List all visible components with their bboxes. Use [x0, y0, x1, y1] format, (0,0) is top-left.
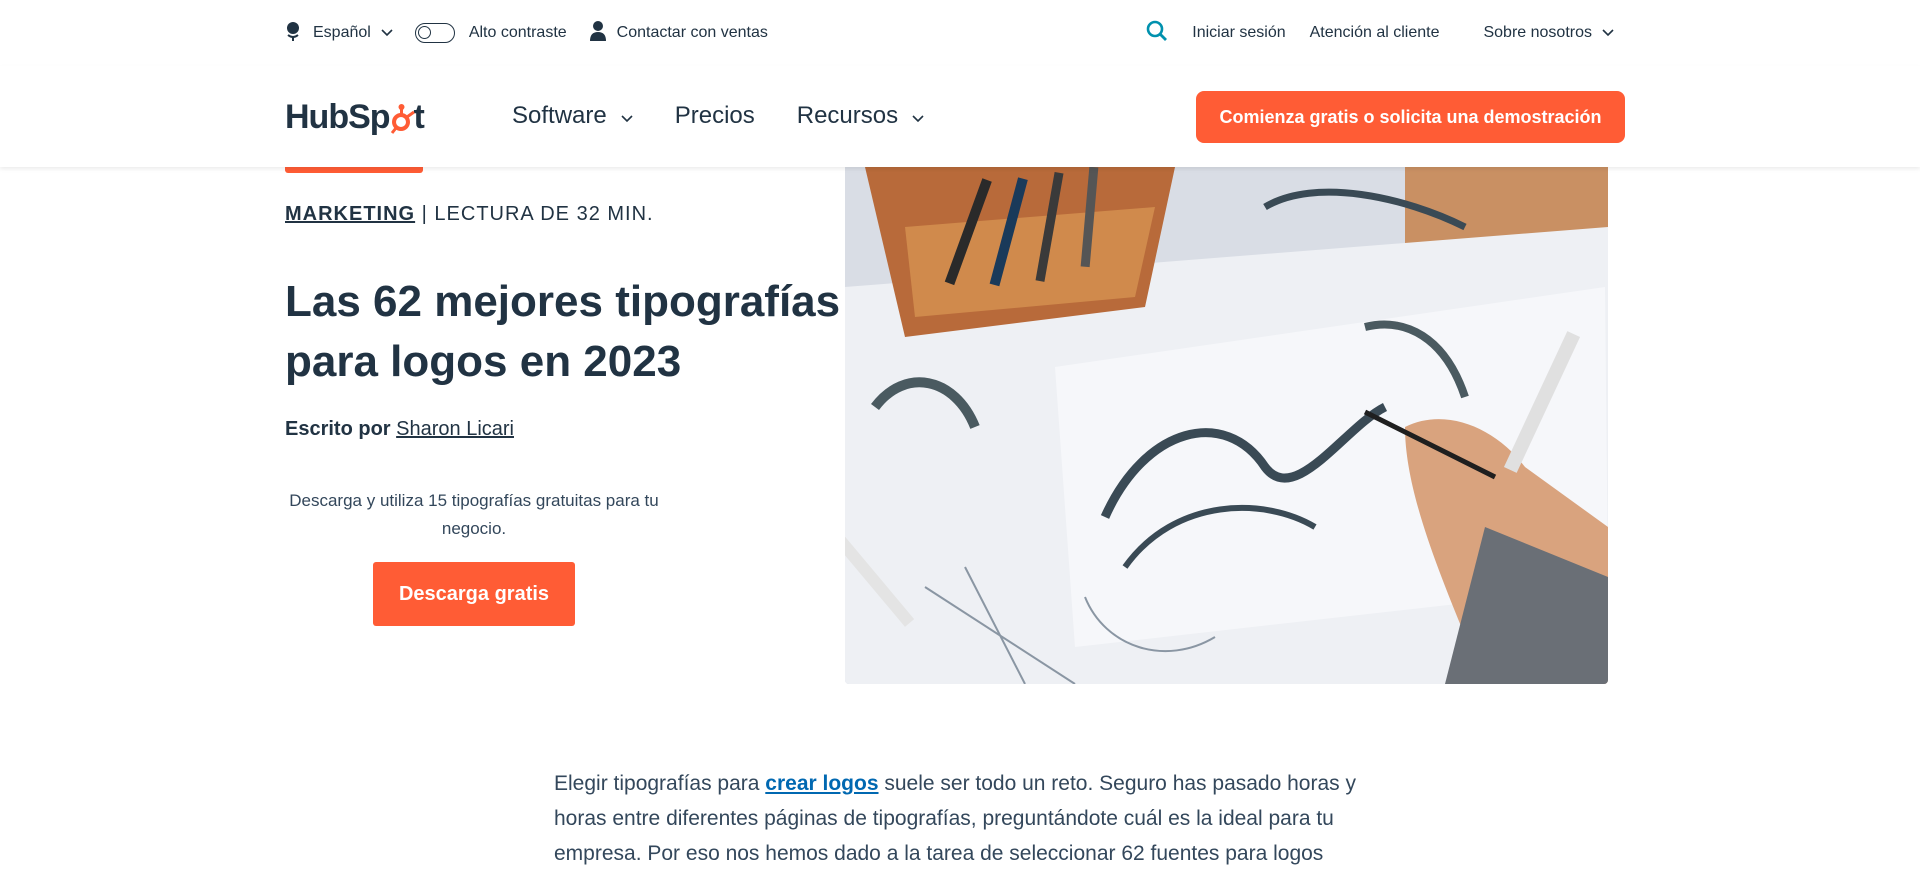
nav-item-label: Software [512, 102, 607, 129]
author-link[interactable]: Sharon Licari [396, 418, 514, 440]
start-free-demo-button[interactable]: Comienza gratis o solicita una demostrac… [1196, 91, 1625, 143]
author-line: Escrito por Sharon Licari [285, 418, 514, 441]
hero-image [845, 167, 1608, 684]
chevron-down-icon [912, 102, 924, 130]
chevron-down-icon [621, 102, 633, 130]
language-label: Español [313, 24, 371, 41]
download-free-button[interactable]: Descarga gratis [373, 562, 575, 626]
nav-item-label: Precios [674, 102, 755, 129]
article-title: Las 62 mejores tipografías para logos en… [285, 277, 841, 386]
hubspot-logo[interactable]: HubSp t [285, 98, 425, 137]
utility-bar: Español Alto contraste Contactar con ven… [0, 0, 1920, 66]
offer-text: Descarga y utiliza 15 tipografías gratui… [289, 491, 659, 538]
language-selector[interactable]: Español [285, 20, 393, 47]
chevron-down-icon [381, 24, 393, 42]
reading-time: | LECTURA DE 32 MIN. [421, 203, 654, 225]
person-icon [589, 20, 607, 47]
toggle-switch[interactable] [414, 23, 455, 43]
utility-right: Iniciar sesión Atención al cliente Sobre… [1146, 20, 1614, 46]
nav-item-pricing[interactable]: Precios [675, 102, 755, 130]
login-link[interactable]: Iniciar sesión [1192, 24, 1285, 42]
nav-items: Software Precios Recursos [512, 102, 966, 130]
create-logos-link[interactable]: crear logos [765, 772, 878, 795]
about-us-menu[interactable]: Sobre nosotros [1483, 24, 1614, 42]
nav-item-software[interactable]: Software [512, 102, 633, 130]
customer-support-link[interactable]: Atención al cliente [1310, 24, 1440, 42]
nav-item-label: Recursos [796, 102, 899, 129]
globe-icon [285, 20, 303, 47]
article-meta: MARKETING | LECTURA DE 32 MIN. [285, 203, 654, 226]
article-intro: Elegir tipografías para crear logos suel… [554, 766, 1374, 869]
main-navigation: HubSp t Software Precios Recursos Comien… [0, 66, 1920, 167]
contrast-label: Alto contraste [468, 24, 567, 41]
chevron-down-icon [1602, 24, 1614, 42]
about-us-label: Sobre nosotros [1483, 24, 1592, 41]
high-contrast-toggle[interactable]: Alto contraste [414, 23, 567, 43]
logo-text-left: HubSp [285, 98, 391, 136]
contact-sales-link[interactable]: Contactar con ventas [589, 20, 768, 47]
contact-sales-label: Contactar con ventas [616, 24, 768, 41]
nav-item-resources[interactable]: Recursos [797, 102, 924, 130]
accent-bar [285, 167, 423, 173]
utility-left: Español Alto contraste Contactar con ven… [285, 20, 790, 46]
category-link[interactable]: MARKETING [285, 203, 415, 225]
search-icon[interactable] [1146, 20, 1168, 47]
intro-text-before: Elegir tipografías para [554, 772, 766, 795]
sprocket-icon [389, 103, 415, 134]
author-label: Escrito por [285, 418, 391, 440]
toggle-knob [417, 26, 431, 39]
